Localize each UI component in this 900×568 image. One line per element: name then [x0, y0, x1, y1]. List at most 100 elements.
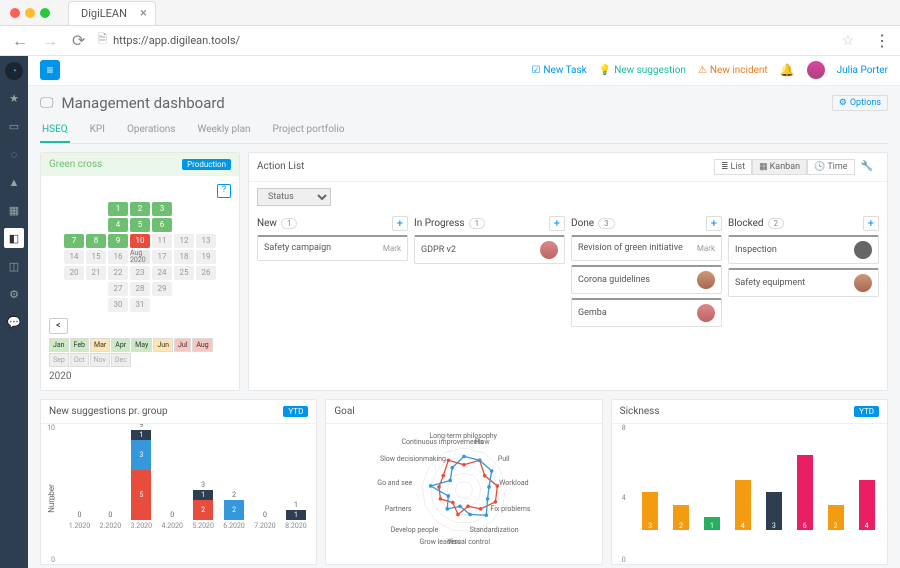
card-avatar	[697, 304, 715, 322]
calendar-cell[interactable]: 23	[130, 266, 150, 280]
wrench-icon[interactable]: 🔧	[855, 159, 879, 174]
app-logo-icon[interactable]: ◔	[5, 62, 23, 80]
address-bar[interactable]: 🗎 https://app.digilean.tools/	[97, 30, 831, 51]
card-avatar	[540, 241, 558, 259]
month-jul[interactable]: Jul	[174, 338, 191, 352]
sidebar-settings-icon[interactable]: ⚙	[4, 284, 24, 304]
sidebar-bulb-icon[interactable]: ◌	[4, 144, 24, 164]
tab-operations[interactable]: Operations	[125, 118, 178, 143]
month-mar[interactable]: Mar	[90, 338, 110, 352]
close-window-button[interactable]	[10, 8, 20, 18]
new-suggestion-button[interactable]: 💡 New suggestion	[599, 65, 686, 76]
calendar-cell[interactable]: 17	[152, 250, 172, 264]
tab-project-portfolio[interactable]: Project portfolio	[271, 118, 347, 143]
new-incident-button[interactable]: ⚠ New incident	[698, 65, 768, 76]
month-oct[interactable]: Oct	[70, 353, 89, 367]
calendar-cell[interactable]: 19	[196, 250, 216, 264]
month-jun[interactable]: Jun	[153, 338, 173, 352]
calendar-cell[interactable]: 4	[108, 218, 128, 232]
calendar-cell[interactable]: 9	[108, 234, 128, 248]
calendar-cell[interactable]: 28	[130, 282, 150, 296]
browser-tab[interactable]: DigiLEAN ×	[68, 1, 156, 25]
month-jan[interactable]: Jan	[49, 338, 69, 352]
calendar-cell[interactable]: 8	[86, 234, 106, 248]
sidebar-board-icon[interactable]: ▦	[4, 200, 24, 220]
calendar-cell[interactable]: 13	[196, 234, 216, 248]
add-card-button[interactable]: +	[863, 216, 879, 231]
kanban-card[interactable]: Inspection	[728, 235, 879, 264]
kanban-card[interactable]: Gemba	[571, 298, 722, 327]
add-card-button[interactable]: +	[549, 216, 565, 231]
kanban-card[interactable]: Safety equipment	[728, 268, 879, 297]
calendar-cell[interactable]: 10	[130, 234, 150, 248]
month-nov[interactable]: Nov	[90, 353, 110, 367]
calendar-cell[interactable]: 30	[108, 298, 128, 312]
calendar-cell[interactable]: 3	[152, 202, 172, 216]
kanban-card[interactable]: Revision of green initiativeMark	[571, 235, 722, 261]
calendar-cell[interactable]: 26	[196, 266, 216, 280]
calendar-cell[interactable]: 12	[174, 234, 194, 248]
calendar-cell[interactable]: 14	[64, 250, 84, 264]
calendar-cell[interactable]: 7	[64, 234, 84, 248]
sidebar-chart-icon[interactable]: ◫	[4, 256, 24, 276]
calendar-cell[interactable]: 22	[108, 266, 128, 280]
calendar-cell[interactable]: 21	[86, 266, 106, 280]
calendar-cell[interactable]: 15	[86, 250, 106, 264]
status-filter-select[interactable]: Status	[257, 188, 331, 206]
browser-menu-icon[interactable]: ⋮	[864, 31, 890, 50]
tab-hseq[interactable]: HSEQ	[40, 118, 70, 143]
month-feb[interactable]: Feb	[70, 338, 89, 352]
month-sep[interactable]: Sep	[49, 353, 69, 367]
view-kanban-button[interactable]: ▦ Kanban	[752, 159, 807, 175]
calendar-cell[interactable]: 5	[130, 218, 150, 232]
forward-button[interactable]: →	[40, 31, 60, 51]
tab-weekly-plan[interactable]: Weekly plan	[195, 118, 252, 143]
bookmark-icon[interactable]: ☆	[841, 33, 854, 49]
calendar-cell[interactable]: 1	[108, 202, 128, 216]
calendar-cell[interactable]: 16	[108, 250, 128, 264]
back-button[interactable]: ←	[10, 31, 30, 51]
calendar-cell[interactable]: 27	[108, 282, 128, 296]
close-tab-icon[interactable]: ×	[140, 6, 147, 21]
bell-icon[interactable]: 🔔	[780, 63, 795, 77]
kanban-card[interactable]: Safety campaignMark	[257, 235, 408, 261]
calendar-cell[interactable]: 29	[152, 282, 172, 296]
browser-toolbar: ← → ⟳ 🗎 https://app.digilean.tools/ ☆ ⋮	[0, 26, 900, 56]
maximize-window-button[interactable]	[40, 8, 50, 18]
month-aug[interactable]: Aug	[192, 338, 212, 352]
calendar-cell[interactable]: 20	[64, 266, 84, 280]
sidebar-monitor-icon[interactable]: ▭	[4, 116, 24, 136]
add-card-button[interactable]: +	[706, 216, 722, 231]
calendar-cell[interactable]: 18	[174, 250, 194, 264]
view-list-button[interactable]: ≣ List	[714, 159, 752, 175]
calendar-cell[interactable]: 2	[130, 202, 150, 216]
calendar-cell[interactable]: 11	[152, 234, 172, 248]
minimize-window-button[interactable]	[25, 8, 35, 18]
month-dec[interactable]: Dec	[111, 353, 131, 367]
calendar-cell[interactable]: 6	[152, 218, 172, 232]
kanban-card[interactable]: Corona guidelines	[571, 265, 722, 294]
sidebar-chat-icon[interactable]: 💬	[4, 312, 24, 332]
kanban-card[interactable]: GDPR v2	[414, 235, 565, 264]
menu-toggle-button[interactable]: ≡	[40, 60, 60, 80]
calendar-cell[interactable]: Aug 2020	[130, 250, 150, 264]
calendar-cell[interactable]: 25	[174, 266, 194, 280]
sidebar-warning-icon[interactable]: ▲	[4, 172, 24, 192]
sidebar-doc-icon[interactable]: ◧	[4, 228, 24, 248]
new-task-button[interactable]: ☑ New Task	[531, 65, 586, 76]
year-prev-button[interactable]: <	[49, 318, 68, 334]
reload-button[interactable]: ⟳	[70, 31, 87, 50]
sidebar-star-icon[interactable]: ★	[4, 88, 24, 108]
calendar-cell[interactable]: 24	[152, 266, 172, 280]
calendar-cell[interactable]: 31	[130, 298, 150, 312]
user-name[interactable]: Julia Porter	[837, 65, 888, 76]
add-card-button[interactable]: +	[392, 216, 408, 231]
view-time-button[interactable]: 🕓 Time	[807, 159, 854, 175]
help-icon[interactable]: ?	[217, 184, 231, 198]
action-list-panel: Action List ≣ List ▦ Kanban 🕓 Time 🔧 Sta…	[248, 152, 888, 391]
options-button[interactable]: ⚙ Options	[832, 95, 888, 111]
month-apr[interactable]: Apr	[111, 338, 130, 352]
user-avatar[interactable]	[807, 61, 825, 79]
month-may[interactable]: May	[131, 338, 152, 352]
tab-kpi[interactable]: KPI	[88, 118, 107, 143]
